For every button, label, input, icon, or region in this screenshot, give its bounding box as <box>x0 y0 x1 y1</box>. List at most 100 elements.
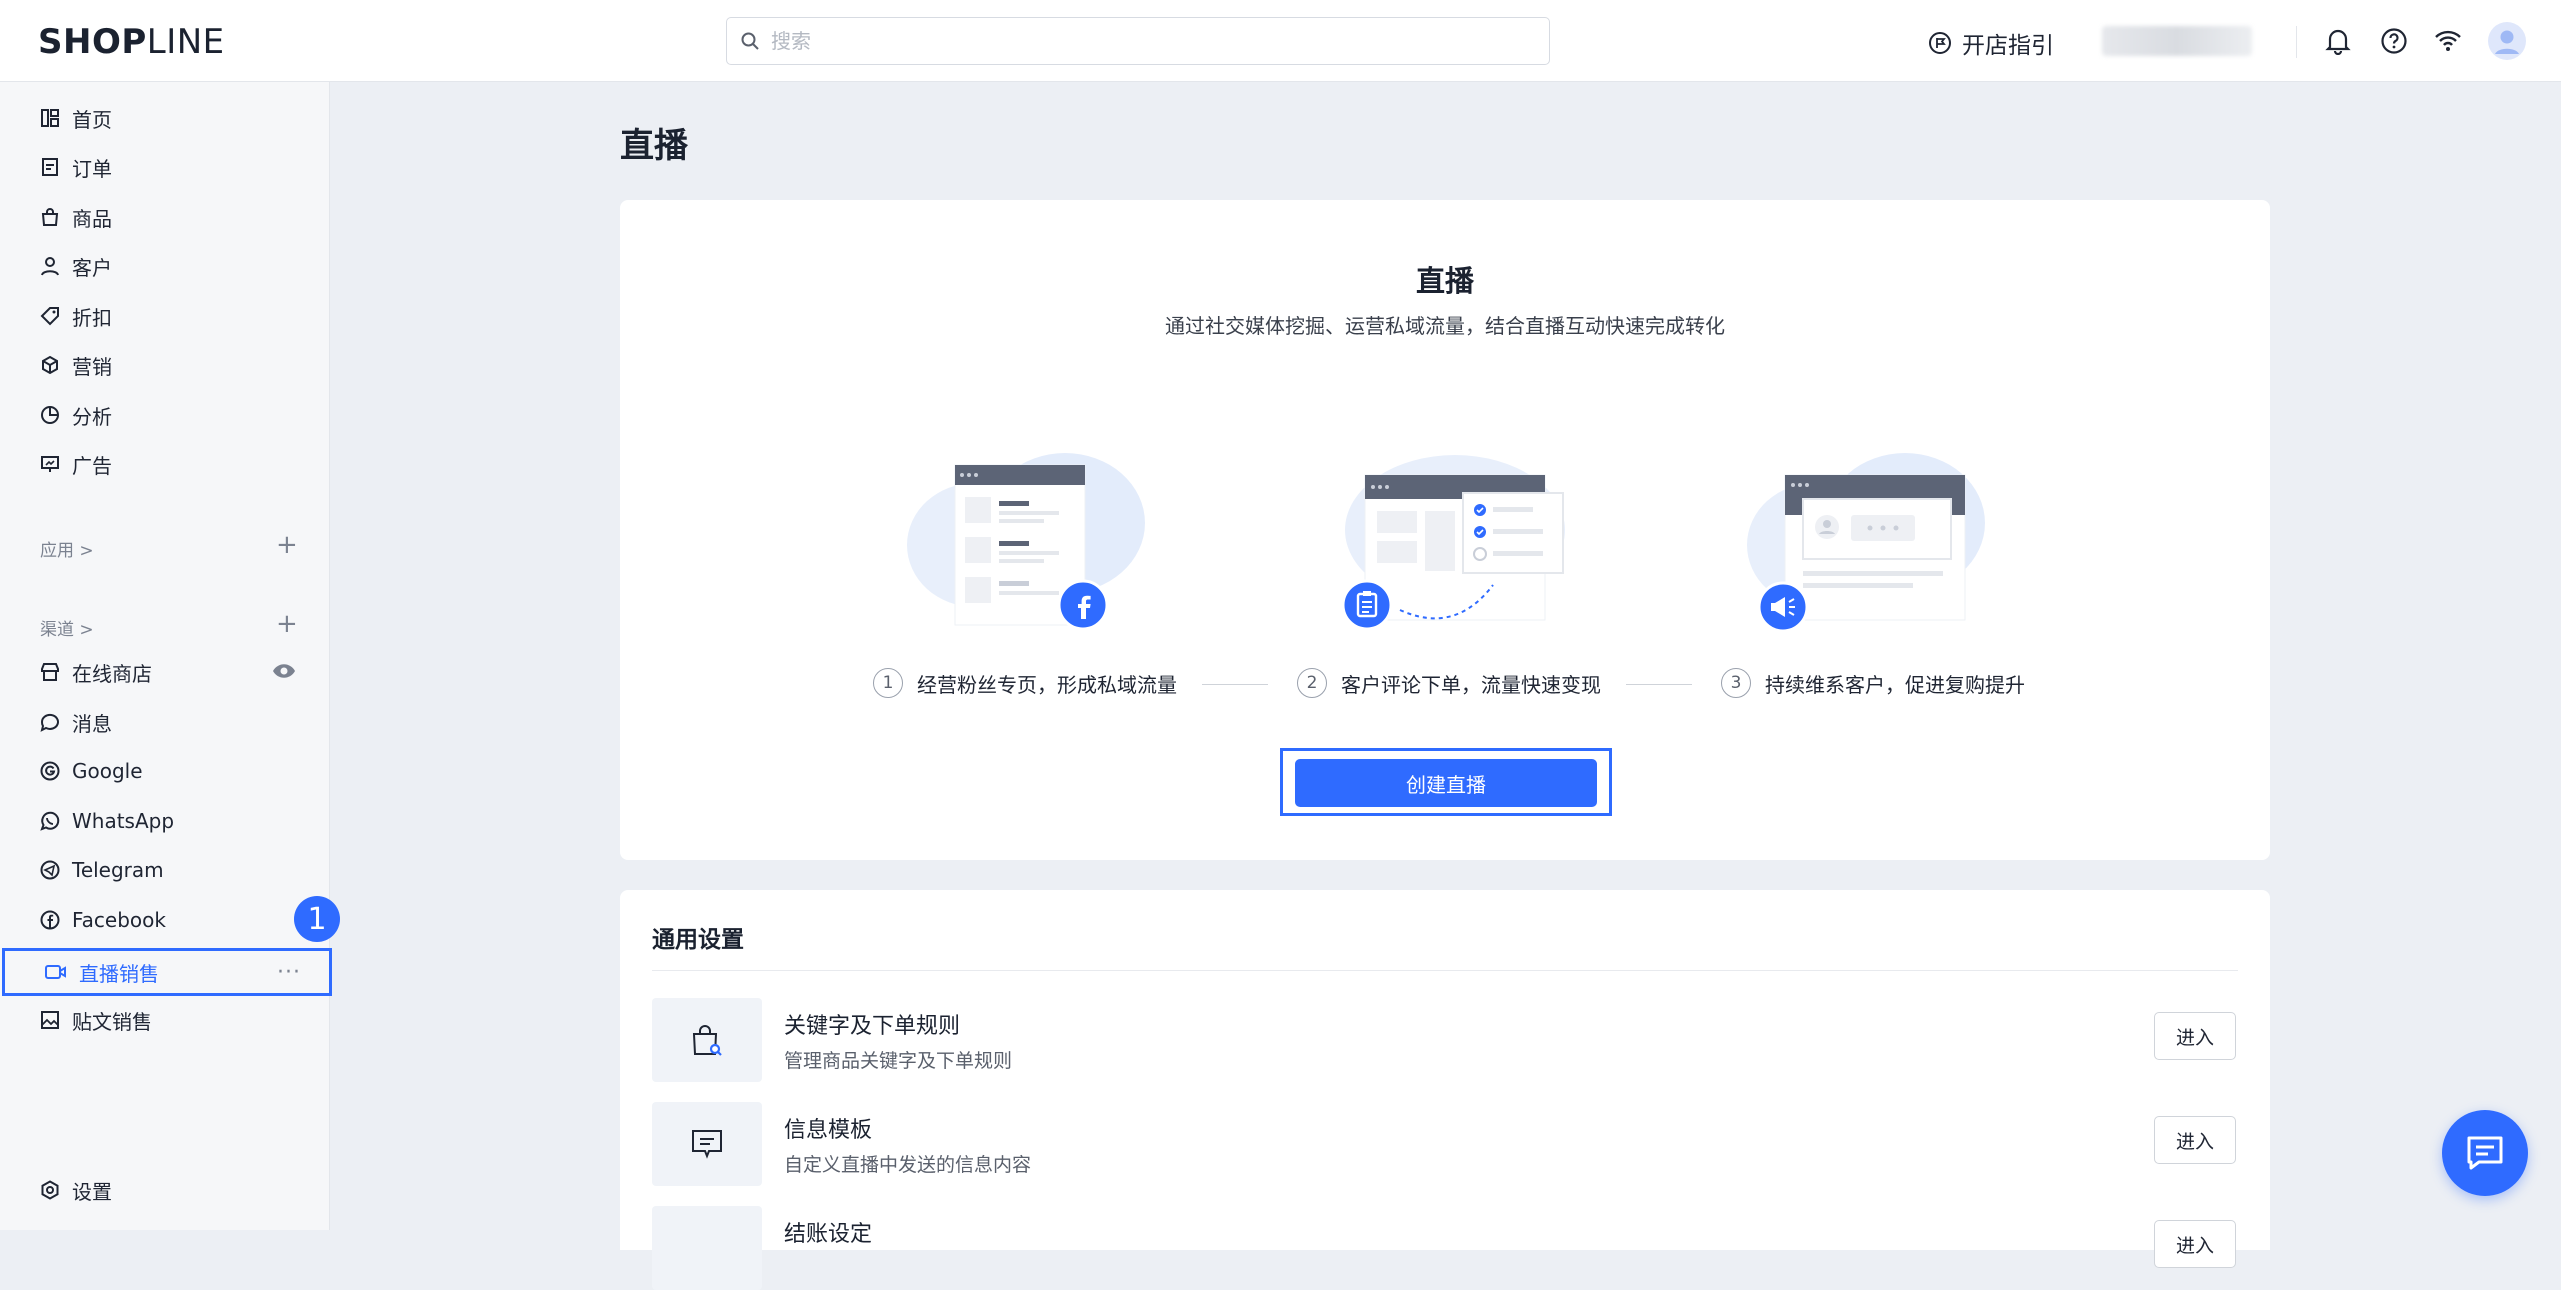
sidebar-item-ads[interactable]: 广告 <box>0 440 330 488</box>
ad-monitor-icon <box>41 456 59 472</box>
add-channel-button[interactable]: + <box>276 611 298 637</box>
bag-icon <box>41 208 59 226</box>
sidebar-item-facebook[interactable]: Facebook <box>0 896 330 944</box>
sidebar-item-analytics[interactable]: 分析 <box>0 391 330 439</box>
step-number: 1 <box>873 668 903 698</box>
live-video-icon <box>45 965 66 979</box>
search-icon <box>741 32 759 50</box>
customer-retention-illustration <box>1747 453 1985 633</box>
enter-button[interactable]: 进入 <box>2154 1116 2236 1164</box>
bell-icon[interactable] <box>2325 27 2351 55</box>
settings-row-checkout: 结账设定 进入 <box>652 1206 2238 1290</box>
avatar-icon[interactable] <box>2488 22 2526 60</box>
sidebar-item-label: 客户 <box>72 255 112 280</box>
sidebar-item-marketing[interactable]: 营销 <box>0 341 330 389</box>
store-guide-label: 开店指引 <box>1962 33 2054 59</box>
step-connector <box>1626 684 1692 685</box>
more-options-button[interactable]: ··· <box>277 960 301 985</box>
shopping-bag-search-icon <box>692 1025 722 1056</box>
sidebar-item-label: 广告 <box>72 453 112 478</box>
header-divider <box>2296 26 2297 58</box>
sidebar-item-google[interactable]: Google <box>0 747 330 795</box>
eye-icon[interactable] <box>272 662 296 680</box>
settings-row-desc: 管理商品关键字及下单规则 <box>784 1050 1013 1072</box>
wifi-icon[interactable] <box>2434 30 2462 52</box>
sidebar-item-label: 折扣 <box>72 305 112 330</box>
sidebar-item-label: Telegram <box>72 858 164 882</box>
enter-button[interactable]: 进入 <box>2154 1220 2236 1268</box>
channels-section-header[interactable]: 渠道 > <box>40 615 94 640</box>
sidebar-item-label: 在线商店 <box>72 661 152 686</box>
create-live-highlight: 创建直播 <box>1280 748 1612 816</box>
sidebar-item-home[interactable]: 首页 <box>0 94 330 142</box>
store-guide-button[interactable]: 开店指引 <box>1928 26 2054 60</box>
sidebar: 首页 订单 商品 客户 折扣 营销 分析 广告 应用 > + 渠道 > + 在线… <box>0 82 332 1230</box>
settings-row-desc: 自定义直播中发送的信息内容 <box>784 1154 1032 1176</box>
annotation-marker-1: 1 <box>294 896 340 942</box>
shopline-logo[interactable]: SHOPLINE <box>38 22 225 62</box>
sidebar-item-label: 首页 <box>72 107 112 132</box>
flag-circle-icon <box>1929 32 1951 54</box>
sidebar-item-label: 订单 <box>72 156 112 181</box>
help-icon[interactable] <box>2380 27 2408 55</box>
search-input[interactable] <box>769 28 1533 54</box>
account-name-blurred[interactable] <box>2102 26 2252 56</box>
apps-section-header[interactable]: 应用 > <box>40 536 94 561</box>
sidebar-item-whatsapp[interactable]: WhatsApp <box>0 797 330 845</box>
sidebar-item-label: 分析 <box>72 404 112 429</box>
settings-hexagon-icon <box>41 1180 59 1200</box>
whatsapp-icon <box>40 811 60 831</box>
comment-order-illustration <box>1341 455 1565 631</box>
sidebar-item-post-selling[interactable]: 贴文销售 <box>0 996 330 1044</box>
add-app-button[interactable]: + <box>276 532 298 558</box>
sidebar-item-label: 直播销售 <box>79 961 159 986</box>
sidebar-item-customers[interactable]: 客户 <box>0 242 330 290</box>
intro-subtitle: 通过社交媒体挖掘、运营私域流量，结合直播互动快速完成转化 <box>1165 314 1725 338</box>
settings-row-title: 关键字及下单规则 <box>784 1014 961 1039</box>
chat-icon <box>2467 1136 2503 1170</box>
step-text: 经营粉丝专页，形成私域流量 <box>917 672 1177 697</box>
pie-chart-icon <box>41 406 59 424</box>
order-icon <box>42 158 58 176</box>
enter-button[interactable]: 进入 <box>2154 1012 2236 1060</box>
settings-row-title: 信息模板 <box>784 1118 873 1143</box>
sidebar-item-messages[interactable]: 消息 <box>0 698 330 746</box>
sidebar-item-label: Google <box>72 759 143 783</box>
google-icon <box>40 761 60 781</box>
sidebar-item-label: WhatsApp <box>72 809 175 833</box>
sidebar-item-label: Facebook <box>72 908 166 932</box>
create-live-button[interactable]: 创建直播 <box>1295 759 1597 807</box>
sidebar-item-live-selling[interactable]: 直播销售 ··· <box>2 948 332 996</box>
step-2: 2 客户评论下单，流量快速变现 <box>1297 668 1601 698</box>
sidebar-item-label: 商品 <box>72 206 112 231</box>
page-title: 直播 <box>620 126 688 166</box>
step-1: 1 经营粉丝专页，形成私域流量 <box>873 668 1177 698</box>
search-box[interactable] <box>726 17 1550 65</box>
sidebar-item-label: 消息 <box>72 711 112 736</box>
settings-row-title: 结账设定 <box>784 1222 873 1247</box>
dashboard-icon <box>41 109 59 127</box>
chat-support-button[interactable] <box>2442 1110 2528 1196</box>
top-bar: SHOPLINE 开店指引 <box>0 0 2561 82</box>
live-intro-card: 直播 通过社交媒体挖掘、运营私域流量，结合直播互动快速完成转化 1 经营粉丝专页… <box>620 200 2270 860</box>
settings-row-keywords: 关键字及下单规则 管理商品关键字及下单规则 进入 <box>652 998 2238 1082</box>
post-image-icon <box>41 1011 59 1029</box>
sidebar-item-label: 设置 <box>72 1179 112 1204</box>
general-settings-title: 通用设置 <box>652 927 744 953</box>
intro-title: 直播 <box>1415 264 1474 298</box>
sidebar-item-settings[interactable]: 设置 <box>0 1166 330 1214</box>
sidebar-item-label: 贴文销售 <box>72 1009 152 1034</box>
user-icon <box>41 257 59 276</box>
sidebar-item-discounts[interactable]: 折扣 <box>0 292 330 340</box>
message-icon <box>40 713 59 732</box>
sidebar-item-orders[interactable]: 订单 <box>0 143 330 191</box>
store-icon <box>41 663 59 681</box>
sidebar-item-telegram[interactable]: Telegram <box>0 846 330 894</box>
facebook-icon <box>40 910 60 930</box>
settings-row-message-template: 信息模板 自定义直播中发送的信息内容 进入 <box>652 1102 2238 1186</box>
divider <box>652 970 2238 971</box>
message-template-icon <box>692 1130 722 1159</box>
step-number: 2 <box>1297 668 1327 698</box>
fan-page-illustration <box>907 453 1145 631</box>
sidebar-item-products[interactable]: 商品 <box>0 193 330 241</box>
